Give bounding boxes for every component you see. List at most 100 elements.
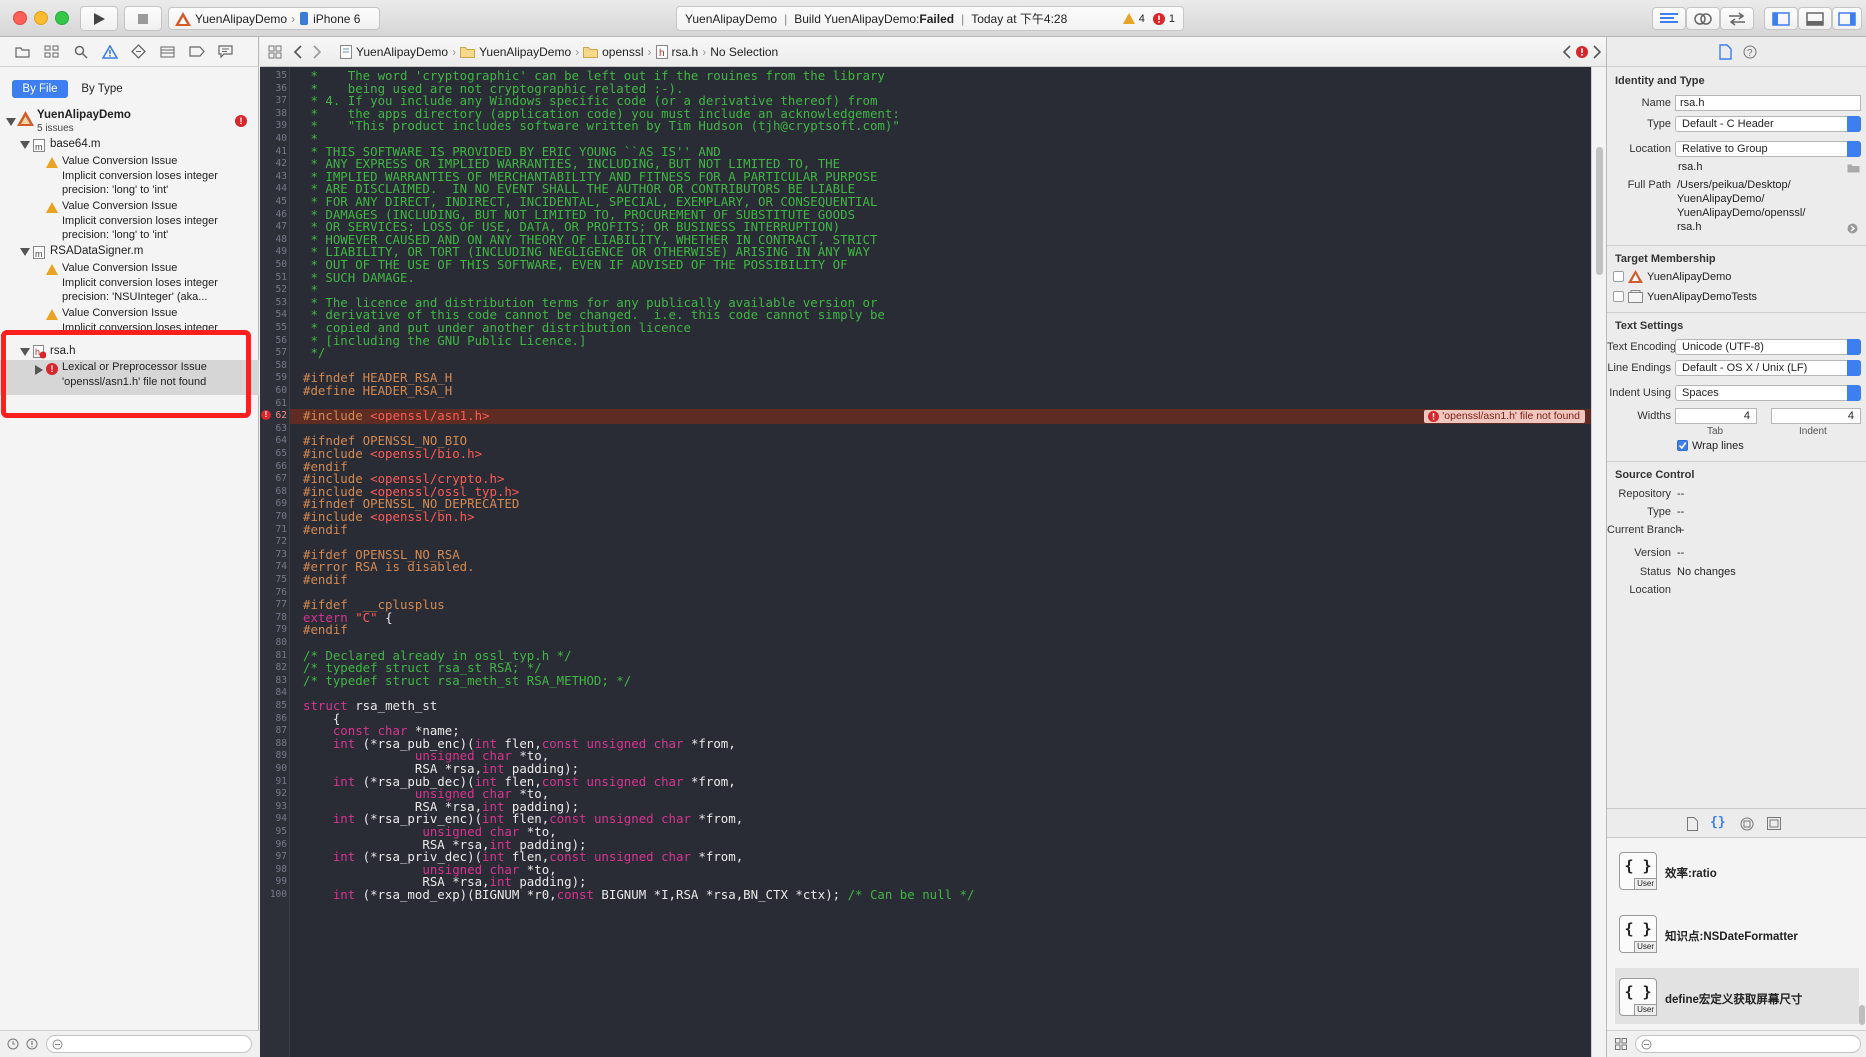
object-library-circle-icon[interactable] [1740,817,1754,831]
disclosure-triangle-icon[interactable] [20,248,30,256]
line-number[interactable]: 55 [260,322,287,333]
tab-width-field[interactable]: 4 [1675,408,1757,424]
report-navigator-speech-bubble-icon[interactable] [217,43,234,60]
gutter-error-icon[interactable]: ! [261,409,271,420]
code-line[interactable]: * [including the GNU Public Licence.] [303,333,586,348]
code-line[interactable]: #define HEADER_RSA_H [303,383,452,398]
code-line[interactable]: #endif [303,572,348,587]
line-number[interactable]: 79 [260,624,287,635]
zoom-window-button[interactable] [55,11,69,25]
line-number[interactable]: 73 [260,549,287,560]
line-number[interactable]: 45 [260,196,287,207]
line-number[interactable]: 92 [260,788,287,799]
close-window-button[interactable] [13,11,27,25]
line-number[interactable]: 41 [260,146,287,157]
line-number[interactable]: 57 [260,347,287,358]
stop-button[interactable] [124,6,162,31]
line-number[interactable]: 87 [260,725,287,736]
recent-clock-icon[interactable] [7,1038,19,1050]
inline-error-message[interactable]: 'openssl/asn1.h' file not found [1424,410,1585,424]
code-line[interactable]: /* typedef struct rsa_meth_st RSA_METHOD… [303,673,631,688]
grid-view-icon[interactable] [1615,1038,1627,1050]
quick-help-question-icon[interactable]: ? [1743,45,1757,59]
filter-search-field[interactable] [46,1035,252,1053]
target-checkbox[interactable] [1613,271,1624,282]
line-number[interactable]: 39 [260,120,287,131]
type-popup[interactable]: Default - C Header [1675,116,1861,132]
line-number[interactable]: 78 [260,612,287,623]
code-line[interactable]: #include <openssl/asn1.h> [303,408,490,423]
line-number[interactable]: 70 [260,511,287,522]
line-number[interactable]: 81 [260,650,287,661]
breakpoint-navigator-tag-icon[interactable] [188,43,205,60]
line-number[interactable]: 94 [260,813,287,824]
device-name[interactable]: iPhone 6 [313,12,360,26]
code-line[interactable]: int (*rsa_mod_exp)(BIGNUM *r0,const BIGN… [303,887,975,902]
line-number[interactable]: 42 [260,158,287,169]
crumb-folder[interactable]: openssl [602,45,643,59]
line-number[interactable]: 100 [260,889,287,900]
code-line[interactable]: #endif [303,622,348,637]
line-number[interactable]: 67 [260,473,287,484]
line-number[interactable]: 37 [260,95,287,106]
reveal-arrow-icon[interactable] [1847,223,1858,234]
source-editor[interactable]: 35 36 37 38 39 40 41 42 43 44 45 46 47 48 49 50 51 52 53 54… [260,67,1591,1057]
line-number[interactable]: 90 [260,763,287,774]
line-number[interactable]: 86 [260,713,287,724]
line-number[interactable]: 63 [260,423,287,434]
issue-row[interactable]: Value Conversion Issue Implicit conversi… [0,155,259,201]
indent-width-field[interactable]: 4 [1771,408,1861,424]
line-number[interactable]: 83 [260,675,287,686]
run-button[interactable] [80,6,118,31]
file-row-base64[interactable]: m base64.m [0,137,259,153]
snippet-item[interactable]: { } User define宏定义获取屏幕尺寸 [1615,968,1859,1024]
line-number[interactable]: 65 [260,448,287,459]
scheme-selector[interactable]: YuenAlipayDemo › iPhone 6 [168,7,380,30]
line-number[interactable]: 61 [260,398,287,409]
issue-row[interactable]: Value Conversion Issue Implicit conversi… [0,200,259,246]
by-file-tab[interactable]: By File [12,80,68,98]
disclosure-triangle-icon[interactable] [6,118,16,126]
name-field[interactable]: rsa.h [1675,95,1861,111]
location-popup[interactable]: Relative to Group [1675,141,1861,157]
encoding-popup[interactable]: Unicode (UTF-8) [1675,339,1861,355]
line-number[interactable]: 52 [260,284,287,295]
code-snippet-braces-icon[interactable]: {} [1710,815,1726,830]
crumb-symbol[interactable]: No Selection [710,45,778,59]
issues-filter-icon[interactable] [26,1038,38,1050]
line-number[interactable]: 93 [260,801,287,812]
toggle-utilities-button[interactable] [1832,7,1862,30]
line-number[interactable]: 58 [260,360,287,371]
line-number[interactable]: 40 [260,133,287,144]
line-number[interactable]: 76 [260,587,287,598]
scheme-name[interactable]: YuenAlipayDemo [195,12,287,26]
line-number[interactable]: 46 [260,209,287,220]
media-library-icon[interactable] [1767,817,1781,830]
line-number[interactable]: 54 [260,309,287,320]
line-number[interactable]: 80 [260,637,287,648]
line-number[interactable]: 38 [260,108,287,119]
snippet-scroll-thumb[interactable] [1859,1005,1865,1025]
line-number[interactable]: 64 [260,435,287,446]
minimize-window-button[interactable] [34,11,48,25]
file-inspector-document-icon[interactable] [1719,44,1732,60]
line-endings-popup[interactable]: Default - OS X / Unix (LF) [1675,360,1861,376]
file-row-rsadatasigner[interactable]: m RSADataSigner.m [0,244,259,260]
line-number[interactable]: 95 [260,826,287,837]
issue-row[interactable]: Value Conversion Issue Implicit conversi… [0,262,259,308]
line-number[interactable]: 69 [260,498,287,509]
line-number[interactable]: 91 [260,776,287,787]
indent-using-popup[interactable]: Spaces [1675,385,1861,401]
issue-error-icon[interactable] [1576,46,1588,58]
forward-chevron-icon[interactable] [312,45,322,59]
crumb-file[interactable]: rsa.h [672,45,699,59]
issue-counts[interactable]: 4 1 [1122,12,1175,25]
symbol-navigator-icon[interactable] [43,43,60,60]
line-number[interactable]: 50 [260,259,287,270]
line-number[interactable]: 84 [260,687,287,698]
line-number[interactable]: 56 [260,335,287,346]
by-type-tab[interactable]: By Type [74,80,130,98]
line-number[interactable]: 71 [260,524,287,535]
line-number[interactable]: 59 [260,372,287,383]
line-number[interactable]: 96 [260,839,287,850]
